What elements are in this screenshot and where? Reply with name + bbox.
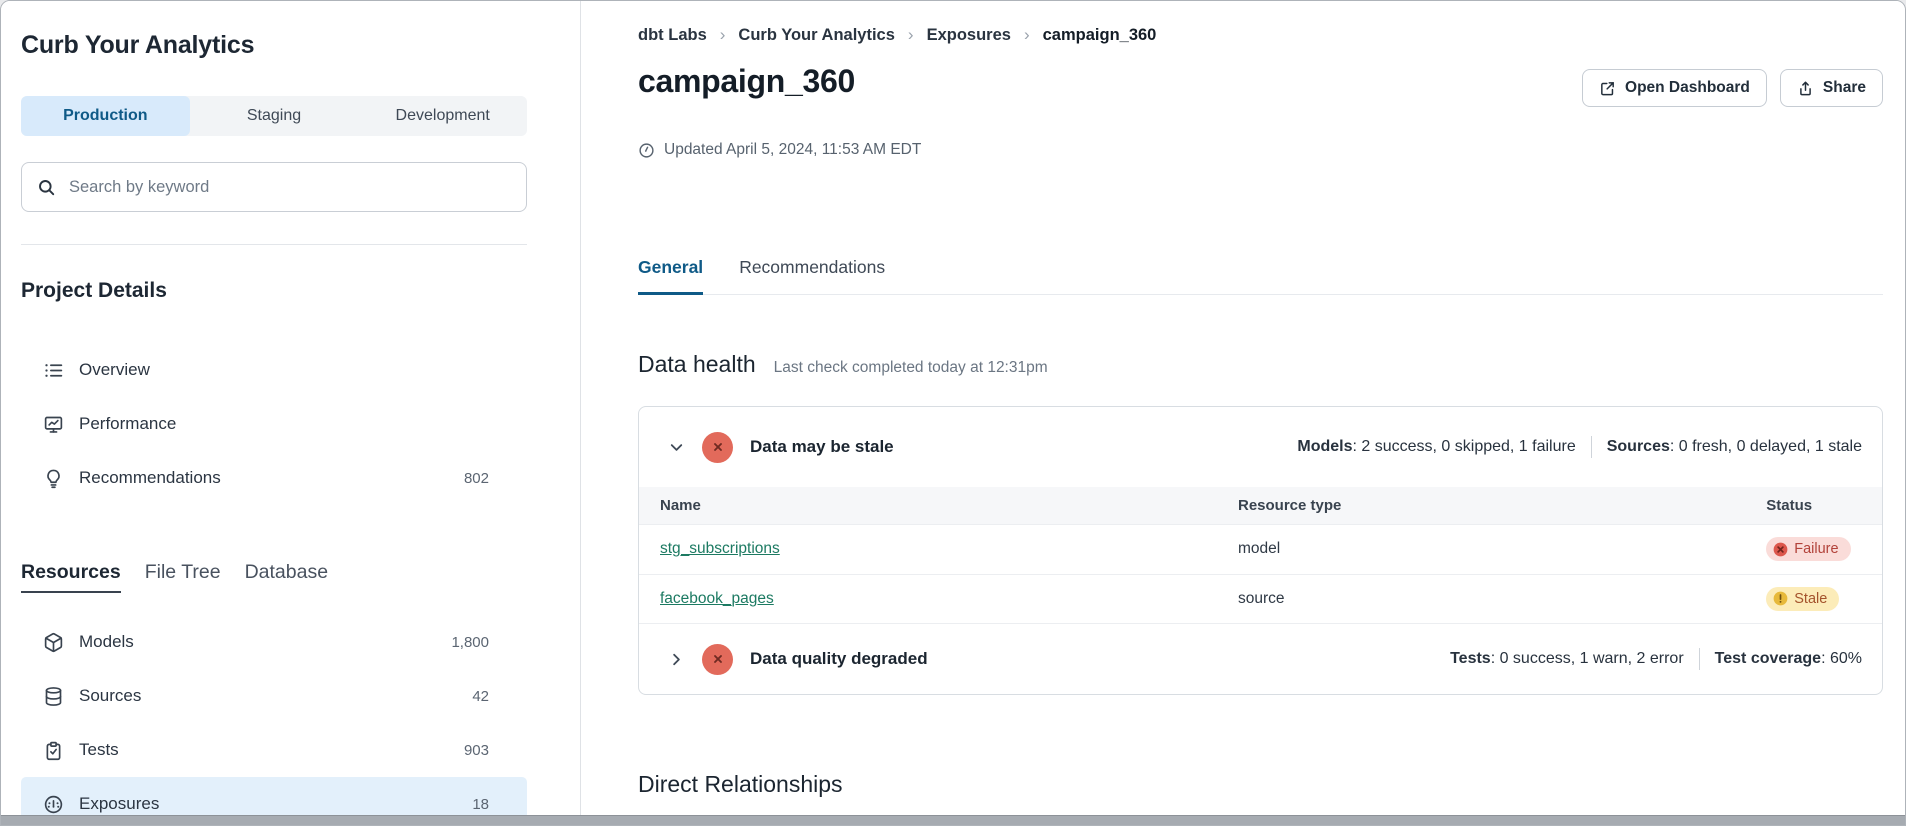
tab-general[interactable]: General (638, 257, 703, 295)
clipboard-check-icon (43, 740, 64, 761)
lightbulb-icon (43, 468, 64, 489)
alert-circle-icon (1773, 591, 1788, 606)
table-row: facebook_pages source Stale (639, 574, 1882, 623)
resource-link-stg-subscriptions[interactable]: stg_subscriptions (660, 540, 780, 557)
page-tabs: General Recommendations (638, 257, 1883, 295)
item-count: 1,800 (451, 634, 527, 651)
search-input[interactable] (67, 177, 511, 198)
resource-type-cell: source (1217, 574, 1745, 623)
stale-section-stats: Models: 2 success, 0 skipped, 1 failure … (1297, 436, 1862, 458)
column-header-status: Status (1745, 487, 1882, 525)
last-check-text: Last check completed today at 12:31pm (774, 359, 1048, 377)
sidebar-item-performance[interactable]: Performance (21, 397, 527, 451)
tab-file-tree[interactable]: File Tree (145, 561, 221, 591)
item-count: 903 (464, 742, 527, 759)
page-title: campaign_360 (638, 63, 855, 100)
search-box[interactable] (21, 162, 527, 212)
open-dashboard-label: Open Dashboard (1625, 79, 1750, 97)
breadcrumb-separator: › (720, 25, 726, 45)
sidebar-item-overview[interactable]: Overview (21, 343, 527, 397)
sidebar-item-label: Models (79, 632, 134, 652)
sidebar-item-label: Exposures (79, 794, 159, 814)
sidebar-item-recommendations[interactable]: Recommendations 802 (21, 451, 527, 505)
status-badge-stale: Stale (1766, 587, 1839, 611)
item-count: 18 (472, 796, 527, 813)
stale-section-title: Data may be stale (750, 437, 894, 457)
x-circle-icon (1773, 542, 1788, 557)
breadcrumb-separator: › (1024, 25, 1030, 45)
resources-list: Models 1,800 Sources 42 Tests 903 (21, 615, 580, 826)
sidebar: Curb Your Analytics Production Staging D… (1, 1, 581, 819)
sidebar-item-models[interactable]: Models 1,800 (21, 615, 527, 669)
chevron-right-icon[interactable] (667, 649, 687, 669)
quality-section-title: Data quality degraded (750, 649, 928, 669)
external-link-icon (1599, 80, 1616, 97)
project-details-heading: Project Details (21, 279, 580, 303)
search-icon (37, 178, 56, 197)
open-dashboard-button[interactable]: Open Dashboard (1582, 69, 1767, 107)
resource-link-facebook-pages[interactable]: facebook_pages (660, 590, 774, 607)
tab-recommendations[interactable]: Recommendations (739, 257, 885, 294)
updated-timestamp: Updated April 5, 2024, 11:53 AM EDT (638, 141, 1883, 159)
breadcrumb-dbt-labs[interactable]: dbt Labs (638, 26, 707, 45)
cube-icon (43, 632, 64, 653)
env-tab-production[interactable]: Production (21, 96, 190, 136)
header-actions: Open Dashboard Share (1582, 69, 1883, 107)
project-title: Curb Your Analytics (21, 31, 580, 60)
stats-divider (1699, 648, 1700, 670)
resource-type-cell: model (1217, 525, 1745, 575)
table-row: stg_subscriptions model Failure (639, 525, 1882, 575)
error-circle-icon (702, 644, 733, 675)
breadcrumb-separator: › (908, 25, 914, 45)
chevron-down-icon[interactable] (667, 437, 687, 457)
stale-resources-table: Name Resource type Status stg_subscripti… (639, 487, 1882, 623)
sidebar-item-label: Recommendations (79, 468, 221, 488)
resource-view-tabs: Resources File Tree Database (21, 561, 580, 593)
project-details-list: Overview Performance Recommendations 802 (21, 343, 580, 505)
environment-switcher: Production Staging Development (21, 96, 527, 136)
share-icon (1797, 80, 1814, 97)
gauge-icon (43, 794, 64, 815)
database-icon (43, 686, 64, 707)
item-count: 802 (464, 470, 527, 487)
sidebar-item-label: Overview (79, 360, 150, 380)
monitor-chart-icon (43, 414, 64, 435)
data-health-card: Data may be stale Models: 2 success, 0 s… (638, 406, 1883, 695)
share-label: Share (1823, 79, 1866, 97)
error-circle-icon (702, 432, 733, 463)
sidebar-divider (21, 244, 527, 245)
direct-relationships-heading: Direct Relationships (638, 771, 1883, 798)
tab-database[interactable]: Database (245, 561, 328, 591)
sidebar-item-tests[interactable]: Tests 903 (21, 723, 527, 777)
env-tab-development[interactable]: Development (358, 96, 527, 136)
main-content: dbt Labs › Curb Your Analytics › Exposur… (581, 1, 1905, 819)
clock-icon (638, 142, 655, 159)
breadcrumb: dbt Labs › Curb Your Analytics › Exposur… (638, 25, 1883, 45)
breadcrumb-project[interactable]: Curb Your Analytics (738, 26, 894, 45)
stale-section-row[interactable]: Data may be stale Models: 2 success, 0 s… (639, 407, 1882, 487)
column-header-resource-type: Resource type (1217, 487, 1745, 525)
env-tab-staging[interactable]: Staging (190, 96, 359, 136)
quality-section-row[interactable]: Data quality degraded Tests: 0 success, … (639, 623, 1882, 694)
sidebar-item-label: Performance (79, 414, 176, 434)
status-badge-failure: Failure (1766, 537, 1850, 561)
breadcrumb-current: campaign_360 (1043, 26, 1157, 45)
list-icon (43, 360, 64, 381)
share-button[interactable]: Share (1780, 69, 1883, 107)
app-window: Curb Your Analytics Production Staging D… (0, 0, 1906, 826)
tab-resources[interactable]: Resources (21, 561, 121, 593)
quality-section-stats: Tests: 0 success, 1 warn, 2 error Test c… (1450, 648, 1862, 670)
item-count: 42 (472, 688, 527, 705)
breadcrumb-exposures[interactable]: Exposures (927, 26, 1011, 45)
sidebar-item-sources[interactable]: Sources 42 (21, 669, 527, 723)
bottom-scrollbar[interactable] (1, 815, 1905, 825)
sidebar-item-label: Tests (79, 740, 119, 760)
sidebar-item-label: Sources (79, 686, 141, 706)
stats-divider (1591, 436, 1592, 458)
data-health-heading: Data health (638, 351, 756, 378)
column-header-name: Name (639, 487, 1217, 525)
